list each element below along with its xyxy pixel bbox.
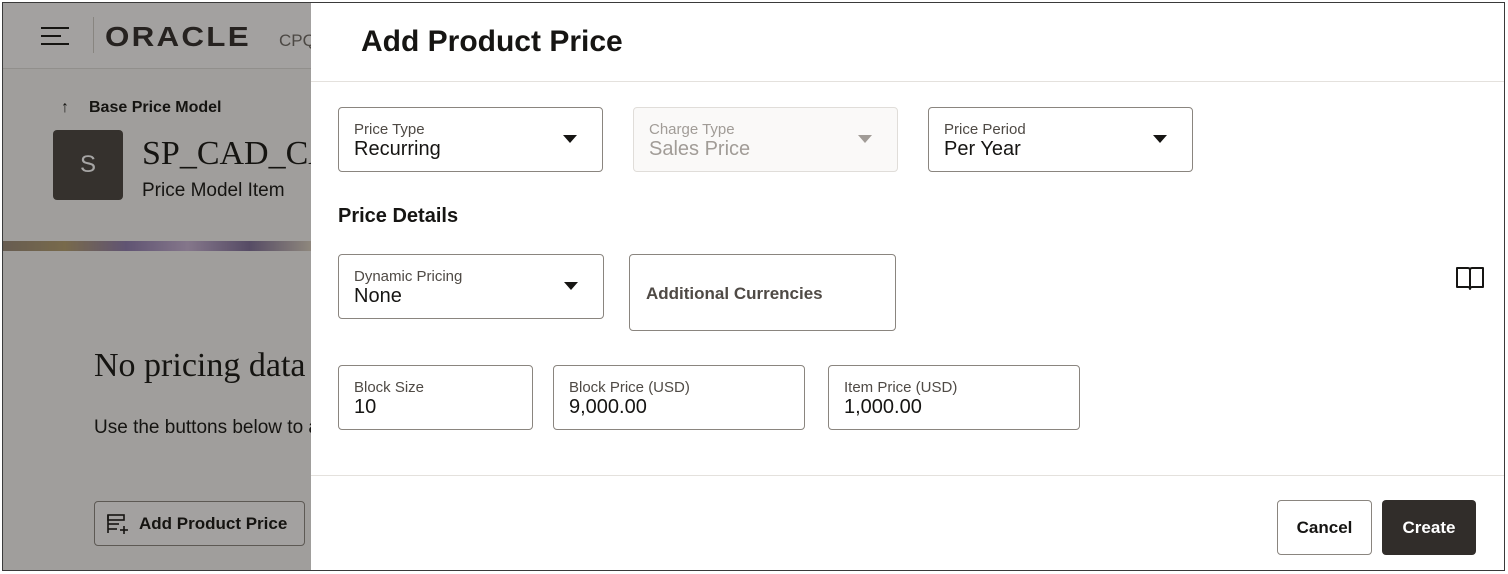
dynamic-pricing-label: Dynamic Pricing xyxy=(354,268,463,285)
app-window: ORACLE CPQ ↑Base Price Model S SP_CAD_CA… xyxy=(2,2,1505,571)
dynamic-pricing-value: None xyxy=(354,285,402,307)
price-details-heading: Price Details xyxy=(338,205,459,227)
block-size-label: Block Size xyxy=(354,379,425,396)
modal-scrim[interactable] xyxy=(3,3,311,570)
drawer-title: Add Product Price xyxy=(361,25,623,58)
book-icon[interactable] xyxy=(1455,265,1485,291)
create-button[interactable]: Create xyxy=(1382,500,1476,555)
item-price-field[interactable]: Item Price (USD) 1,000.00 xyxy=(828,365,1080,430)
footer-divider xyxy=(311,475,1504,476)
background-page: ORACLE CPQ ↑Base Price Model S SP_CAD_CA… xyxy=(3,3,311,570)
caret-down-icon xyxy=(563,135,577,143)
dynamic-pricing-select[interactable]: Dynamic Pricing None xyxy=(338,254,604,319)
caret-down-icon xyxy=(564,282,578,290)
price-period-select[interactable]: Price Period Per Year xyxy=(928,107,1193,172)
charge-type-select: Charge Type Sales Price xyxy=(633,107,898,172)
block-price-value[interactable]: 9,000.00 xyxy=(569,396,647,419)
header-divider xyxy=(311,81,1504,82)
item-price-label: Item Price (USD) xyxy=(844,379,958,396)
caret-down-icon xyxy=(858,135,872,143)
price-period-label: Price Period xyxy=(944,121,1026,138)
charge-type-label: Charge Type xyxy=(649,121,735,138)
cancel-button[interactable]: Cancel xyxy=(1277,500,1372,555)
block-size-field[interactable]: Block Size 10 xyxy=(338,365,533,430)
block-price-field[interactable]: Block Price (USD) 9,000.00 xyxy=(553,365,805,430)
item-price-value[interactable]: 1,000.00 xyxy=(844,396,922,419)
block-price-label: Block Price (USD) xyxy=(569,379,690,396)
charge-type-value: Sales Price xyxy=(649,138,751,160)
price-type-value: Recurring xyxy=(354,138,441,160)
block-size-value[interactable]: 10 xyxy=(354,396,376,419)
add-product-price-drawer: Add Product Price Price Type Recurring C… xyxy=(311,3,1504,570)
caret-down-icon xyxy=(1153,135,1167,143)
price-period-value: Per Year xyxy=(944,138,1021,160)
additional-currencies-button[interactable]: Additional Currencies xyxy=(629,254,896,331)
price-type-label: Price Type xyxy=(354,121,425,138)
price-type-select[interactable]: Price Type Recurring xyxy=(338,107,603,172)
